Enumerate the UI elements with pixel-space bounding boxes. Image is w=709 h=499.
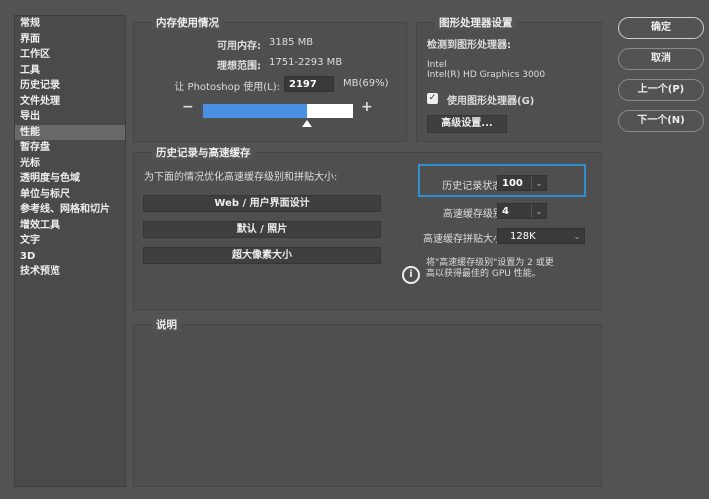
history-cache-title: 历史记录与高速缓存 [152, 145, 255, 160]
sidebar-item[interactable]: 历史记录 [15, 78, 125, 94]
memory-slider-thumb[interactable] [301, 120, 312, 127]
use-gpu-label: 使用图形处理器(G) [447, 96, 535, 107]
tile-size-select[interactable]: 128K ⌄ [497, 228, 585, 244]
ideal-range-value: 1751-2293 MB [269, 57, 343, 68]
next-button[interactable]: 下一个(N) [618, 110, 704, 132]
sidebar-item[interactable]: 性能 [15, 124, 125, 140]
sidebar-item[interactable]: 增效工具 [15, 218, 125, 234]
sidebar-item[interactable]: 透明度与色域 [15, 171, 125, 187]
available-memory-label: 可用内存: [217, 41, 261, 52]
huge-pixel-size-button[interactable]: 超大像素大小 [143, 247, 381, 264]
sidebar-item[interactable]: 导出 [15, 109, 125, 125]
sidebar-item[interactable]: 工具 [15, 63, 125, 79]
increase-icon[interactable]: + [361, 99, 373, 115]
previous-button[interactable]: 上一个(P) [618, 79, 704, 101]
chevron-down-icon[interactable]: ⌄ [531, 204, 546, 218]
preferences-sidebar: 常规 界面 工作区 工具 历史记录 文件处理 导出 性能 暂存盘 光标 透明度与色域 单位与标尺 参考线… [14, 15, 126, 487]
chevron-down-icon[interactable]: ⌄ [531, 176, 546, 190]
default-photo-button[interactable]: 默认 / 照片 [143, 221, 381, 238]
gpu-model: Intel(R) HD Graphics 3000 [427, 70, 546, 80]
gpu-settings-title: 图形处理器设置 [435, 15, 517, 30]
gpu-settings-group: 图形处理器设置 检测到图形处理器: Intel Intel(R) HD Grap… [416, 15, 602, 142]
photoshop-use-label: 让 Photoshop 使用(L): [174, 82, 280, 93]
memory-usage-group: 内存使用情况 可用内存: 3185 MB 理想范围: 1751-2293 MB … [133, 15, 407, 142]
tile-size-value: 128K [510, 231, 536, 242]
sidebar-item[interactable]: 暂存盘 [15, 140, 125, 156]
sidebar-item[interactable]: 光标 [15, 156, 125, 172]
memory-use-unit: MB(69%) [343, 78, 389, 89]
sidebar-item[interactable]: 文件处理 [15, 94, 125, 110]
gpu-vendor: Intel [427, 60, 447, 70]
ideal-range-label: 理想范围: [217, 61, 261, 72]
sidebar-item[interactable]: 技术预览 [15, 264, 125, 280]
detected-gpu-label: 检测到图形处理器: [427, 40, 511, 51]
ok-button[interactable]: 确定 [618, 17, 704, 39]
sidebar-item[interactable]: 工作区 [15, 47, 125, 63]
decrease-icon[interactable]: − [182, 99, 194, 115]
chevron-down-icon[interactable]: ⌄ [570, 229, 584, 243]
memory-slider[interactable] [203, 104, 353, 127]
memory-usage-title: 内存使用情况 [152, 15, 223, 30]
sidebar-item[interactable]: 常规 [15, 16, 125, 32]
description-group: 说明 [133, 317, 602, 487]
sidebar-item[interactable]: 3D [15, 249, 125, 265]
advanced-settings-button[interactable]: 高级设置... [427, 115, 507, 133]
sidebar-item[interactable]: 文字 [15, 233, 125, 249]
cache-levels-value: 4 [502, 206, 509, 217]
info-icon: i [402, 266, 420, 284]
memory-slider-fill [203, 104, 307, 118]
history-cache-group: 历史记录与高速缓存 为下面的情况优化高速缓存级别和拼贴大小: Web / 用户界… [133, 145, 602, 310]
optimize-label: 为下面的情况优化高速缓存级别和拼贴大小: [144, 172, 338, 183]
cache-levels-select[interactable]: 4 ⌄ [497, 203, 547, 219]
use-gpu-checkbox[interactable]: ✓ [427, 93, 438, 104]
sidebar-item[interactable]: 单位与标尺 [15, 187, 125, 203]
available-memory-value: 3185 MB [269, 37, 314, 48]
sidebar-item[interactable]: 界面 [15, 32, 125, 48]
history-states-input[interactable]: 100 ⌄ [497, 175, 547, 191]
memory-use-input[interactable]: 2197 [284, 76, 334, 92]
description-title: 说明 [152, 317, 181, 332]
cancel-button[interactable]: 取消 [618, 48, 704, 70]
gpu-tip-line2: 高以获得最佳的 GPU 性能。 [426, 269, 541, 279]
web-ui-design-button[interactable]: Web / 用户界面设计 [143, 195, 381, 212]
history-states-value: 100 [502, 178, 523, 189]
sidebar-item[interactable]: 参考线、网格和切片 [15, 202, 125, 218]
